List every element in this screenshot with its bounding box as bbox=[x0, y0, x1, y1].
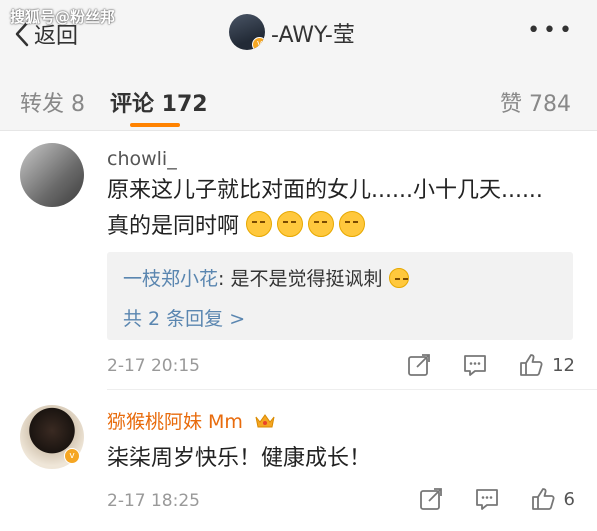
view-replies-link[interactable]: 共 2 条回复 > bbox=[123, 304, 245, 331]
avatar[interactable] bbox=[20, 143, 84, 207]
reply-username[interactable]: 一枝郑小花 bbox=[123, 268, 218, 290]
tab-bar: 转发 8 评论 172 赞 784 bbox=[0, 66, 597, 130]
like-count: 6 bbox=[563, 488, 575, 510]
reply-text: : 是不是觉得挺讽刺 bbox=[218, 268, 383, 290]
tab-like[interactable]: 赞 784 bbox=[500, 86, 571, 118]
thumbs-up-icon[interactable] bbox=[530, 486, 556, 512]
comment-username-row: 猕猴桃阿妹 Mm bbox=[107, 407, 275, 434]
verified-icon: v bbox=[64, 448, 80, 464]
comment-time: 2-17 18:25 bbox=[107, 491, 200, 511]
active-tab-indicator bbox=[130, 123, 180, 127]
comment-item: chowli_ 原来这儿子就比对面的女儿......小十几天......真的是同… bbox=[0, 131, 597, 389]
comment-text: 柒柒周岁快乐！健康成长！ bbox=[107, 446, 372, 471]
tab-comment[interactable]: 评论 172 bbox=[110, 86, 208, 118]
tab-forward[interactable]: 转发 8 bbox=[20, 86, 85, 118]
comment-icon[interactable] bbox=[474, 486, 500, 512]
share-icon[interactable] bbox=[406, 352, 432, 378]
like-count: 12 bbox=[552, 354, 575, 376]
thumbs-up-icon[interactable] bbox=[518, 352, 544, 378]
author-name[interactable]: -AWY-莹 bbox=[271, 17, 355, 49]
share-icon[interactable] bbox=[418, 486, 444, 512]
comment-time: 2-17 20:15 bbox=[107, 356, 200, 376]
comment-icon[interactable] bbox=[462, 352, 488, 378]
reply-preview[interactable]: 一枝郑小花: 是不是觉得挺讽刺 共 2 条回复 > bbox=[107, 252, 573, 340]
comment-username[interactable]: chowli_ bbox=[107, 148, 177, 170]
author-avatar[interactable]: v bbox=[229, 14, 265, 50]
comment-text: 原来这儿子就比对面的女儿......小十几天......真的是同时啊 bbox=[107, 173, 547, 245]
more-options-icon[interactable]: ••• bbox=[527, 18, 575, 43]
verified-icon: v bbox=[252, 37, 265, 50]
crown-icon bbox=[255, 414, 275, 428]
comment-actions: 12 bbox=[406, 352, 575, 378]
smirk-emoji-icon bbox=[339, 211, 366, 237]
comment-item: v 猕猴桃阿妹 Mm 柒柒周岁快乐！健康成长！ 2-17 18:25 6 bbox=[0, 390, 597, 531]
laugh-cry-emoji-icon bbox=[388, 268, 409, 288]
comment-actions: 6 bbox=[418, 486, 575, 512]
reply-line: 一枝郑小花: 是不是觉得挺讽刺 bbox=[123, 264, 414, 291]
comment-username[interactable]: 猕猴桃阿妹 Mm bbox=[107, 411, 243, 433]
watermark: 搜狐号@粉丝邦 bbox=[10, 8, 116, 26]
smirk-emoji-icon bbox=[246, 211, 273, 237]
smirk-emoji-icon bbox=[277, 211, 304, 237]
smirk-emoji-icon bbox=[308, 211, 335, 237]
